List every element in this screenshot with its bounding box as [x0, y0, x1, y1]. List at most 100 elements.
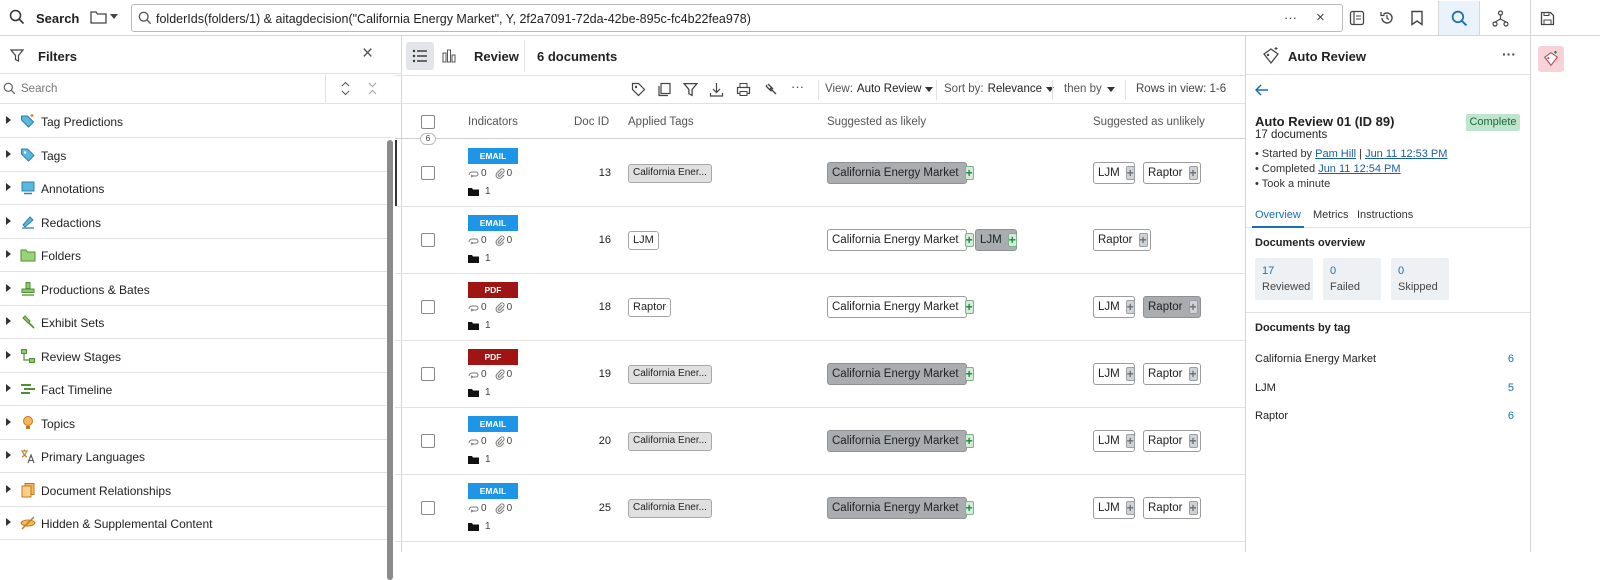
expand-arrow-icon[interactable]	[6, 116, 11, 124]
expand-arrow-icon[interactable]	[6, 417, 11, 426]
add-tag-plus-icon[interactable]: +	[1125, 367, 1135, 381]
then-by-dropdown[interactable]: then by	[1064, 83, 1115, 95]
table-row[interactable]: EMAIL 0 0 1 13 California Ener... California E…	[395, 140, 1245, 207]
expand-arrow-icon[interactable]	[6, 384, 11, 392]
suggested-likely-tag[interactable]: California Energy Market +	[827, 497, 974, 519]
query-more-button[interactable]: ···	[1284, 10, 1297, 25]
suggested-likely-tag[interactable]: California Energy Market +	[827, 296, 974, 318]
applied-tag-chip[interactable]: California Ener...	[628, 432, 712, 451]
by-tag-count[interactable]: 6	[1508, 410, 1514, 422]
completed-at-link[interactable]: Jun 11 12:54 PM	[1318, 163, 1400, 175]
table-row[interactable]: EMAIL 0 0 1 20 California Ener... California E…	[395, 408, 1245, 475]
suggested-unlikely-tag[interactable]: Raptor +	[1093, 229, 1151, 251]
suggested-likely-tag[interactable]: California Energy Market +	[827, 162, 974, 184]
stat-skipped[interactable]: 0 Skipped	[1391, 258, 1449, 300]
table-row[interactable]: PDF 0 0 1 19 California Ener... California Ene…	[395, 341, 1245, 408]
add-tag-plus-icon[interactable]: +	[1188, 367, 1198, 381]
suggested-unlikely-tag[interactable]: LJM +	[1093, 430, 1135, 452]
filter-item-tag-predictions[interactable]: Tag Predictions	[0, 104, 393, 138]
row-checkbox[interactable]	[421, 233, 435, 247]
filter-item-topics[interactable]: Topics	[0, 406, 393, 440]
sort-dropdown[interactable]: Sort by: Relevance	[944, 83, 1054, 95]
auto-review-rail-icon[interactable]	[1538, 46, 1564, 72]
expand-arrow-icon[interactable]	[6, 451, 11, 459]
applied-tag-chip[interactable]: California Ener...	[628, 365, 712, 384]
column-indicators[interactable]: Indicators	[468, 116, 518, 128]
suggested-likely-tag[interactable]: California Energy Market +	[827, 363, 974, 385]
tab-metrics[interactable]: Metrics	[1313, 209, 1348, 221]
filter-item-primary-languages[interactable]: Primary Languages	[0, 439, 393, 473]
filters-search[interactable]: Search	[0, 74, 402, 104]
expand-arrow-icon[interactable]	[6, 149, 11, 158]
search-icon[interactable]	[9, 9, 25, 25]
more-actions-button[interactable]: ···	[791, 79, 804, 94]
close-filters-button[interactable]: ×	[362, 44, 373, 63]
accept-tag-plus-icon[interactable]: +	[1007, 233, 1017, 247]
expand-arrow-icon[interactable]	[6, 250, 11, 258]
expand-arrow-icon[interactable]	[6, 350, 11, 359]
chart-view-icon[interactable]	[435, 42, 463, 70]
list-view-icon[interactable]	[406, 42, 434, 70]
select-all-checkbox[interactable]	[421, 115, 435, 129]
suggested-unlikely-tag[interactable]: Raptor +	[1143, 363, 1201, 385]
accept-tag-plus-icon[interactable]: +	[964, 367, 974, 381]
download-icon[interactable]	[709, 82, 724, 97]
suggested-unlikely-tag[interactable]: LJM +	[1093, 296, 1135, 318]
filter-item-folders[interactable]: Folders	[0, 238, 393, 272]
column-suggested-unlikely[interactable]: Suggested as unlikely	[1093, 116, 1205, 128]
suggested-unlikely-tag[interactable]: Raptor +	[1143, 430, 1201, 452]
accept-tag-plus-icon[interactable]: +	[964, 434, 974, 448]
panel-more-button[interactable]: ···	[1502, 46, 1516, 62]
filter-item-productions-bates[interactable]: Productions & Bates	[0, 272, 393, 306]
filter-item-annotations[interactable]: Annotations	[0, 171, 393, 205]
copy-icon[interactable]	[657, 82, 672, 97]
filter-item-exhibit-sets[interactable]: Exhibit Sets	[0, 305, 393, 339]
accept-tag-plus-icon[interactable]: +	[964, 501, 974, 515]
search-mode-button[interactable]	[1438, 1, 1480, 35]
accept-tag-plus-icon[interactable]: +	[964, 233, 974, 247]
add-tag-plus-icon[interactable]: +	[1188, 434, 1198, 448]
filter-item-review-stages[interactable]: Review Stages	[0, 339, 393, 373]
tab-instructions[interactable]: Instructions	[1357, 209, 1413, 221]
applied-tag-chip[interactable]: Raptor	[628, 298, 672, 317]
row-checkbox[interactable]	[421, 367, 435, 381]
filter-icon[interactable]	[683, 82, 698, 97]
suggested-unlikely-tag[interactable]: Raptor +	[1143, 296, 1201, 318]
row-checkbox[interactable]	[421, 166, 435, 180]
table-row[interactable]: EMAIL 0 0 1 25 California Ener... California E…	[395, 475, 1245, 542]
row-checkbox[interactable]	[421, 300, 435, 314]
filters-scrollbar[interactable]	[387, 140, 393, 580]
collapse-all-icon[interactable]	[368, 81, 377, 96]
by-tag-count[interactable]: 6	[1508, 353, 1514, 365]
expand-arrow-icon[interactable]	[6, 518, 11, 526]
accept-tag-plus-icon[interactable]: +	[964, 166, 974, 180]
row-checkbox[interactable]	[421, 501, 435, 515]
started-by-link[interactable]: Pam Hill	[1315, 148, 1356, 160]
suggested-likely-tag[interactable]: LJM +	[975, 229, 1017, 251]
print-icon[interactable]	[736, 82, 751, 97]
suggested-unlikely-tag[interactable]: Raptor +	[1143, 162, 1201, 184]
table-row[interactable]: EMAIL 0 0 1 16 LJM California Energy Market + LJ…	[395, 207, 1245, 274]
applied-tag-chip[interactable]: LJM	[628, 231, 659, 250]
save-icon[interactable]	[1537, 8, 1557, 28]
add-tag-plus-icon[interactable]: +	[1125, 166, 1135, 180]
query-input[interactable]: folderIds(folders/1) & aitagdecision("Ca…	[131, 4, 1343, 32]
add-tag-plus-icon[interactable]: +	[1125, 501, 1135, 515]
stat-failed[interactable]: 0 Failed	[1323, 258, 1381, 300]
back-arrow-icon[interactable]	[1255, 84, 1269, 96]
clear-query-button[interactable]: ×	[1316, 9, 1325, 26]
add-tag-plus-icon[interactable]: +	[1138, 233, 1148, 247]
column-doc-id[interactable]: Doc ID	[574, 116, 609, 128]
started-at-link[interactable]: Jun 11 12:53 PM	[1365, 148, 1447, 160]
stat-reviewed[interactable]: 17 Reviewed	[1255, 258, 1313, 300]
gavel-icon[interactable]	[763, 82, 778, 97]
add-tag-plus-icon[interactable]: +	[1125, 434, 1135, 448]
add-tag-plus-icon[interactable]: +	[1188, 501, 1198, 515]
filter-item-tags[interactable]: Tags	[0, 138, 393, 172]
expand-arrow-icon[interactable]	[6, 216, 11, 225]
suggested-unlikely-tag[interactable]: LJM +	[1093, 162, 1135, 184]
applied-tag-chip[interactable]: California Ener...	[628, 164, 712, 183]
expand-arrow-icon[interactable]	[6, 484, 11, 493]
row-checkbox[interactable]	[421, 434, 435, 448]
filter-item-document-relationships[interactable]: Document Relationships	[0, 473, 393, 507]
